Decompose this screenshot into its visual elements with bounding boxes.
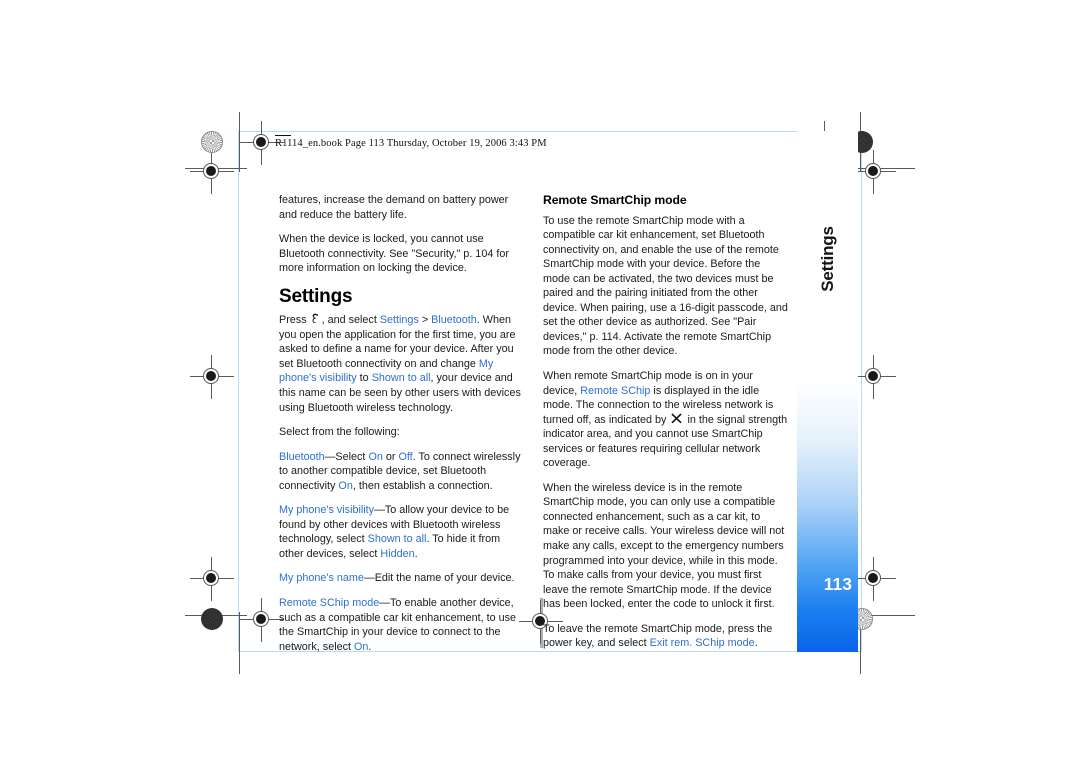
term-my-phones-visibility[interactable]: My phone's visibility <box>279 504 374 516</box>
paragraph-exit-remote-mode: To leave the remote SmartChip mode, pres… <box>543 622 789 651</box>
cut-line-bottom-right <box>853 615 915 616</box>
page-number: 113 <box>823 574 852 594</box>
item-schip-b: . <box>368 640 372 653</box>
paragraph-remote-smartchip-setup: To use the remote SmartChip mode with a … <box>543 214 788 358</box>
subsection-heading-remote-smartchip-mode: Remote SmartChip mode <box>543 193 687 207</box>
term-remote-schip-mode[interactable]: Remote SChip mode <box>279 597 379 609</box>
link-shown-to-all[interactable]: Shown to all <box>372 372 431 384</box>
value-on[interactable]: On <box>368 451 382 463</box>
cut-line-top-right-v <box>860 112 861 172</box>
item-bluetooth-b: or <box>382 450 399 463</box>
value-on-2[interactable]: On <box>338 480 352 492</box>
value-on-3[interactable]: On <box>354 641 368 653</box>
book-header-text: R1114_en.book Page 113 Thursday, October… <box>275 138 547 149</box>
term-bluetooth[interactable]: Bluetooth <box>279 451 325 463</box>
paragraph-press-menu-key: Press, and select Settings > Bluetooth. … <box>279 313 525 415</box>
star-target-bottom-left <box>201 608 223 630</box>
item-visibility-c: . <box>414 547 418 560</box>
paragraph-remote-mode-calls: When the wireless device is in the remot… <box>543 481 785 611</box>
paragraph-device-locked: When the device is locked, you cannot us… <box>279 233 509 275</box>
link-bluetooth[interactable]: Bluetooth <box>431 314 477 326</box>
item-name-a: —Edit the name of your device. <box>363 572 515 585</box>
book-header-rule <box>275 135 291 136</box>
no-network-x-icon <box>671 413 683 424</box>
list-item-my-phones-name: My phone's name—Edit the name of your de… <box>279 571 525 586</box>
list-item-bluetooth: Bluetooth—Select On or Off. To connect w… <box>279 450 525 494</box>
chapter-side-tab-label: Settings <box>817 226 837 292</box>
press-mid-text: , and select <box>321 314 380 327</box>
list-item-remote-schip-mode: Remote SChip mode—To enable another devi… <box>279 596 525 654</box>
section-heading-settings: Settings <box>279 285 353 307</box>
cut-line-top-right <box>853 168 915 169</box>
left-text-column: features, increase the demand on battery… <box>279 193 525 654</box>
paragraph-battery-continued: features, increase the demand on battery… <box>279 194 509 221</box>
item-bluetooth-a: —Select <box>324 450 369 463</box>
registration-target-bottom-left <box>190 557 234 601</box>
menu-key-icon <box>309 313 320 325</box>
registration-target-inner-bottom-left <box>240 598 284 642</box>
para4-b: . <box>754 637 758 650</box>
paragraph-select-following: Select from the following: <box>279 426 400 439</box>
registration-target-mid-left <box>190 355 234 399</box>
item-bluetooth-d: , then establish a connection. <box>352 479 493 492</box>
value-hidden[interactable]: Hidden <box>380 548 414 560</box>
registration-target-bottom-right <box>852 557 896 601</box>
book-header: R1114_en.book Page 113 Thursday, October… <box>275 135 547 149</box>
right-text-column: Remote SmartChip mode To use the remote … <box>543 193 789 651</box>
registration-target-top-left <box>190 150 234 194</box>
press-pre-text: Press <box>279 314 307 327</box>
link-exit-rem-schip-mode[interactable]: Exit rem. SChip mode <box>650 637 755 649</box>
star-target-top-left <box>201 131 223 153</box>
link-settings[interactable]: Settings <box>380 314 419 326</box>
press-post2-text: to <box>356 372 372 385</box>
cut-line-top-left <box>185 168 247 169</box>
paragraph-remote-schip-indicator: When remote SmartChip mode is on in your… <box>543 369 789 471</box>
registration-target-top-right <box>852 150 896 194</box>
link-remote-schip[interactable]: Remote SChip <box>580 385 650 397</box>
term-my-phones-name[interactable]: My phone's name <box>279 572 364 584</box>
value-off[interactable]: Off <box>398 451 412 463</box>
value-shown-to-all[interactable]: Shown to all <box>368 533 427 545</box>
cut-line-top-left-v <box>239 112 240 172</box>
cut-line-bottom-left <box>185 615 247 616</box>
press-gt: > <box>418 314 432 327</box>
list-item-my-phones-visibility: My phone's visibility—To allow your devi… <box>279 503 525 561</box>
cut-line-bottom-right-v <box>860 612 861 674</box>
chapter-side-tab: Settings 113 <box>797 131 858 652</box>
registration-target-mid-right <box>852 355 896 399</box>
cut-line-bottom-left-v <box>239 612 240 674</box>
